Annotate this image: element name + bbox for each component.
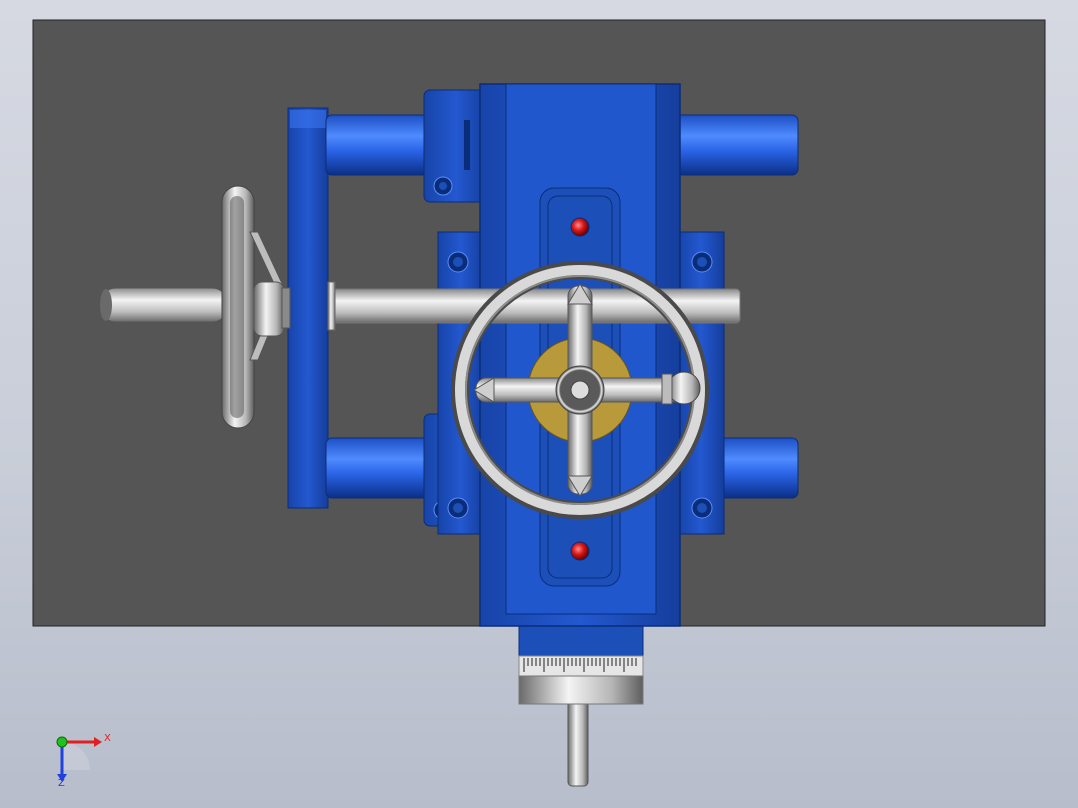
- handwheel-icon[interactable]: [451, 261, 709, 519]
- indicator-light-bottom: [570, 541, 590, 561]
- graphics-viewport[interactable]: X Z: [0, 0, 1078, 808]
- cad-model-view[interactable]: [0, 0, 1078, 808]
- triad-x-label: X: [104, 733, 111, 744]
- left-carriage-plate[interactable]: [287, 107, 329, 509]
- coordinate-axes-icon: [56, 736, 102, 782]
- feed-dial-assembly[interactable]: [518, 625, 644, 787]
- triad-z-label: Z: [58, 778, 65, 789]
- indicator-light-top: [570, 217, 590, 237]
